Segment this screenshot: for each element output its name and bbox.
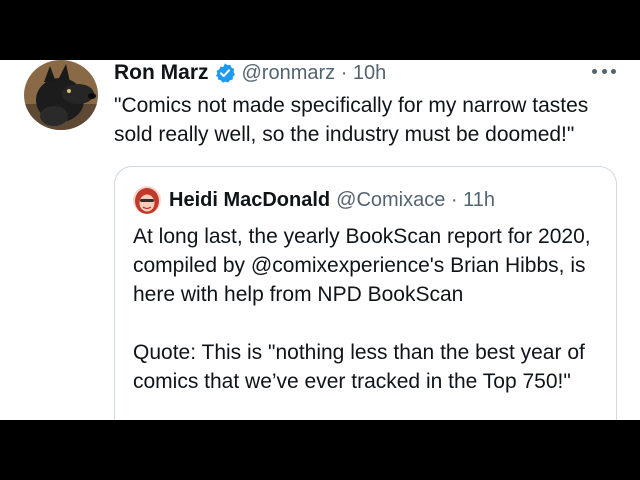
- quoted-author-handle-time[interactable]: @Comixace · 11h: [336, 189, 495, 212]
- quoted-tweet-card[interactable]: Heidi MacDonald @Comixace · 11h At long …: [114, 166, 617, 420]
- verified-badge-icon: [215, 63, 235, 83]
- quoted-author-display-name[interactable]: Heidi MacDonald: [169, 189, 330, 212]
- tweet-header: Ron Marz @ronmarz · 10h: [114, 60, 386, 86]
- heidi-avatar-image: [133, 186, 161, 214]
- letterbox-bottom: [0, 420, 640, 480]
- tweet: Ron Marz @ronmarz · 10h "Comics not made…: [0, 60, 640, 420]
- quoted-tweet-header: Heidi MacDonald @Comixace · 11h: [133, 186, 495, 214]
- author-avatar[interactable]: [24, 60, 98, 130]
- author-handle-time[interactable]: @ronmarz · 10h: [242, 62, 387, 85]
- more-dot: [592, 68, 597, 74]
- more-dot: [611, 68, 616, 74]
- author-display-name[interactable]: Ron Marz: [114, 61, 209, 85]
- letterbox-top: [0, 0, 640, 60]
- quoted-author-avatar: [133, 186, 161, 214]
- quoted-paragraph: Quote: This is "nothing less than the be…: [133, 341, 585, 393]
- dog-avatar-image: [24, 60, 98, 130]
- more-options-icon[interactable]: [592, 66, 616, 76]
- quoted-paragraph: At long last, the yearly BookScan report…: [133, 225, 591, 306]
- tweet-text: "Comics not made specifically for my nar…: [114, 94, 589, 146]
- more-dot: [601, 68, 607, 74]
- quoted-tweet-text: At long last, the yearly BookScan report…: [133, 222, 603, 396]
